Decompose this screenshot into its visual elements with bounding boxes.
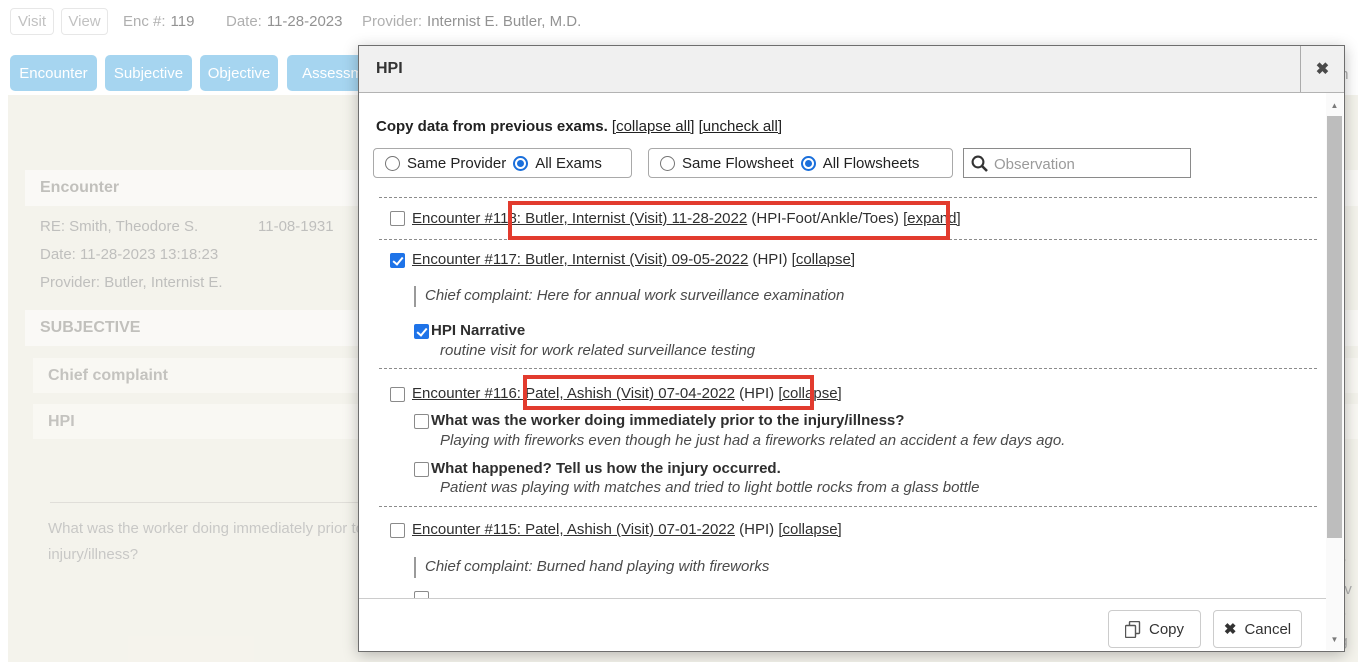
copy-data-instruction: Copy data from previous exams. [collapse… xyxy=(376,118,782,135)
encounter-116-row: Encounter #116: Patel, Ashish (Visit) 07… xyxy=(412,383,842,405)
hpi-narrative-note: routine visit for work related surveilla… xyxy=(440,340,755,361)
encounter-118-row: Encounter #118: Butler, Internist (Visit… xyxy=(412,208,961,230)
encounter-118-expand-link[interactable]: [expand] xyxy=(903,210,961,227)
collapse-all-link[interactable]: [collapse all] xyxy=(612,118,695,135)
encounter-117-row: Encounter #117: Butler, Internist (Visit… xyxy=(412,249,855,271)
hpi-narrative-label: HPI Narrative xyxy=(431,320,525,342)
page: Visit View Enc #: 119 Date: 11-28-2023 P… xyxy=(0,0,1358,662)
same-flowsheet-radio[interactable] xyxy=(660,156,675,171)
encounter-117-collapse-link[interactable]: [collapse] xyxy=(792,251,855,268)
observation-search-input[interactable] xyxy=(992,150,1188,178)
hpi-narrative-checkbox[interactable] xyxy=(414,324,429,339)
observation-search-box xyxy=(963,148,1191,178)
cancel-button-label: Cancel xyxy=(1244,621,1291,638)
encounter-116-checkbox[interactable] xyxy=(390,387,405,402)
all-flowsheets-label: All Flowsheets xyxy=(823,155,920,172)
question-1-label: What was the worker doing immediately pr… xyxy=(431,410,904,432)
copy-data-label: Copy data from previous exams. xyxy=(376,118,608,135)
dashed-separator xyxy=(379,239,1317,240)
encounter-115-link[interactable]: Encounter #115: Patel, Ashish (Visit) 07… xyxy=(412,521,735,538)
cancel-button[interactable]: ✖ Cancel xyxy=(1213,610,1302,648)
question-2-answer: Patient was playing with matches and tri… xyxy=(440,477,979,498)
encounter-117-checkbox[interactable] xyxy=(390,253,405,268)
encounter-117-link[interactable]: Encounter #117: Butler, Internist (Visit… xyxy=(412,251,748,268)
encounter-118-checkbox[interactable] xyxy=(390,211,405,226)
provider-filter-group: Same Provider All Exams xyxy=(373,148,632,178)
quote-bar xyxy=(414,557,416,578)
cancel-icon: ✖ xyxy=(1224,620,1237,638)
encounter-118-type: (HPI-Foot/Ankle/Toes) xyxy=(751,210,899,227)
dialog-header[interactable]: HPI ✖ xyxy=(359,46,1344,93)
quote-bar xyxy=(414,286,416,307)
question-1-answer: Playing with fireworks even though he ju… xyxy=(440,430,1065,451)
question-1-checkbox[interactable] xyxy=(414,414,429,429)
encounter-115-chief-complaint: Chief complaint: Burned hand playing wit… xyxy=(425,556,769,577)
flowsheet-filter-group: Same Flowsheet All Flowsheets xyxy=(648,148,953,178)
encounter-118-link[interactable]: Encounter #118: Butler, Internist (Visit… xyxy=(412,210,747,227)
encounter-115-collapse-link[interactable]: [collapse] xyxy=(778,521,841,538)
dashed-separator xyxy=(379,197,1317,198)
encounter-116-link[interactable]: Encounter #116: Patel, Ashish (Visit) 07… xyxy=(412,385,735,402)
same-flowsheet-label: Same Flowsheet xyxy=(682,155,794,172)
search-icon xyxy=(969,153,990,174)
scroll-down-icon[interactable]: ▼ xyxy=(1326,632,1343,646)
dialog-scrollbar[interactable]: ▲ ▼ xyxy=(1326,93,1343,650)
scrollbar-thumb[interactable] xyxy=(1327,116,1342,538)
copy-button[interactable]: Copy xyxy=(1108,610,1201,648)
dashed-separator xyxy=(379,368,1317,369)
all-exams-radio[interactable] xyxy=(513,156,528,171)
dashed-separator xyxy=(379,506,1317,507)
encounter-115-type: (HPI) xyxy=(739,521,774,538)
all-flowsheets-radio[interactable] xyxy=(801,156,816,171)
hpi-copy-dialog: HPI ✖ Copy data from previous exams. [co… xyxy=(358,45,1345,652)
encounter-117-chief-complaint: Chief complaint: Here for annual work su… xyxy=(425,285,844,306)
dialog-title: HPI xyxy=(376,46,403,92)
encounter-116-collapse-link[interactable]: [collapse] xyxy=(778,385,841,402)
close-icon[interactable]: ✖ xyxy=(1300,46,1344,92)
uncheck-all-link[interactable]: [uncheck all] xyxy=(699,118,782,135)
encounter-117-type: (HPI) xyxy=(752,251,787,268)
copy-button-label: Copy xyxy=(1149,621,1184,638)
question-2-checkbox[interactable] xyxy=(414,462,429,477)
same-provider-radio[interactable] xyxy=(385,156,400,171)
encounter-115-checkbox[interactable] xyxy=(390,523,405,538)
same-provider-label: Same Provider xyxy=(407,155,506,172)
encounter-115-row: Encounter #115: Patel, Ashish (Visit) 07… xyxy=(412,519,842,541)
copy-icon xyxy=(1125,621,1141,638)
scroll-up-icon[interactable]: ▲ xyxy=(1326,98,1343,112)
all-exams-label: All Exams xyxy=(535,155,602,172)
encounter-116-type: (HPI) xyxy=(739,385,774,402)
dialog-footer: Copy ✖ Cancel xyxy=(359,598,1326,651)
